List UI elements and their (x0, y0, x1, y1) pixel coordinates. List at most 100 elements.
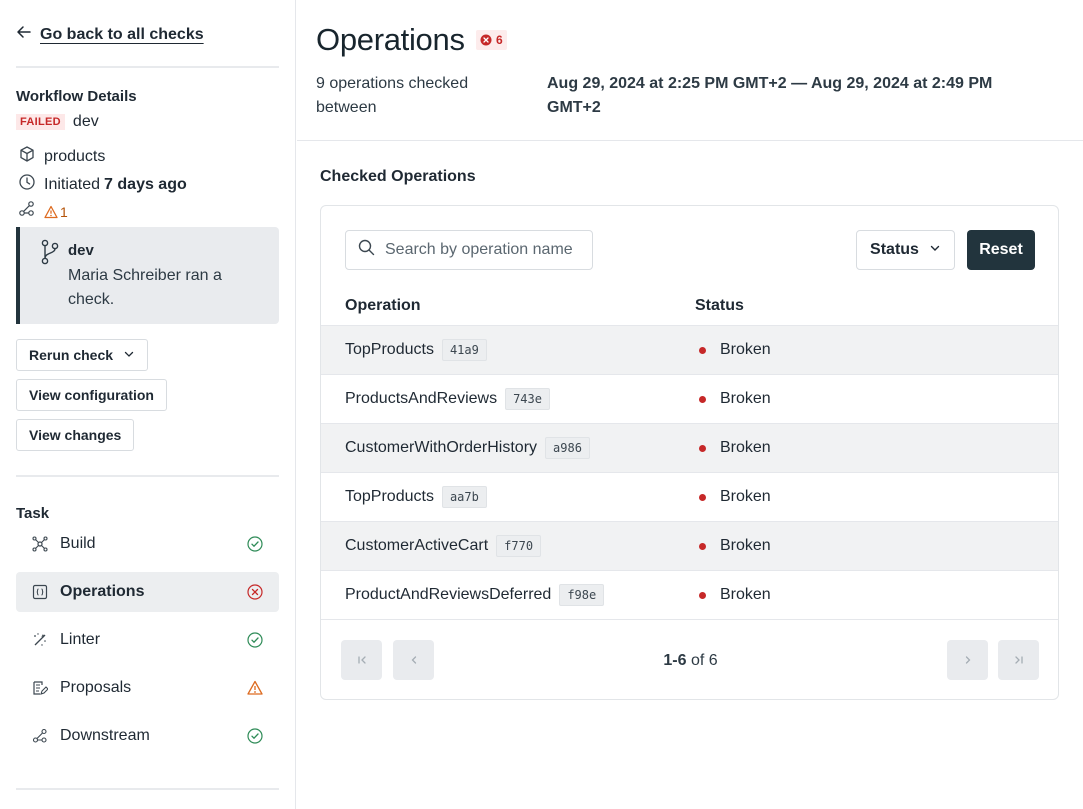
task-proposals[interactable]: Proposals (16, 668, 279, 708)
warning-icon (44, 205, 58, 218)
column-header-status[interactable]: Status (695, 297, 744, 315)
status-text: Broken (720, 586, 771, 603)
pagination-divider (321, 619, 1058, 620)
operation-name: CustomerActiveCart (345, 537, 489, 554)
table-row[interactable]: TopProducts aa7b Broken (321, 472, 1058, 521)
cube-icon (18, 145, 36, 168)
task-heading: Task (16, 505, 50, 522)
warning-icon (247, 680, 263, 696)
proposals-icon (32, 680, 48, 696)
operation-cell: ProductsAndReviews 743e (345, 388, 550, 410)
downstream-icon (32, 728, 48, 744)
operation-cell: CustomerWithOrderHistory a986 (345, 437, 590, 459)
error-count-badge: 6 (476, 30, 507, 50)
last-page-button[interactable] (998, 640, 1039, 680)
view-changes-button[interactable]: View changes (16, 419, 135, 451)
search-icon (358, 239, 375, 261)
operation-cell: ProductAndReviewsDeferred f98e (345, 584, 605, 606)
failed-badge: FAILED (16, 114, 65, 130)
arrow-left-icon (16, 24, 32, 45)
back-link-label[interactable]: Go back to all checks (40, 26, 204, 44)
table-row[interactable]: ProductAndReviewsDeferred f98e Broken (321, 570, 1058, 619)
task-downstream[interactable]: Downstream (16, 716, 279, 756)
table-row[interactable]: ProductsAndReviews 743e Broken (321, 374, 1058, 423)
error-circle-icon (247, 584, 263, 600)
status-filter-label: Status (870, 241, 919, 258)
downstream-warning-row: 1 (18, 200, 68, 223)
linter-icon (32, 632, 48, 648)
warning-count: 1 (44, 204, 68, 220)
commit-info: dev Maria Schreiber ran a check. (16, 227, 279, 324)
operations-icon (32, 584, 48, 600)
search-input[interactable] (385, 241, 585, 259)
task-linter-label: Linter (60, 631, 101, 648)
git-branch-icon (40, 239, 60, 270)
last-page-icon (1014, 656, 1023, 664)
error-count-value: 6 (496, 33, 503, 47)
status-dot-icon (699, 542, 706, 550)
status-text: Broken (720, 537, 771, 554)
table-row[interactable]: TopProducts 41a9 Broken (321, 325, 1058, 374)
operation-name: TopProducts (345, 488, 434, 505)
operation-cell: CustomerActiveCart f770 (345, 535, 542, 557)
operation-cell: TopProducts 41a9 (345, 339, 487, 361)
status-dot-icon (699, 493, 706, 501)
status-filter-dropdown[interactable]: Status (856, 230, 955, 270)
page-title: Operations (316, 22, 465, 57)
operations-checked-summary: 9 operations checked between (316, 75, 469, 116)
table-row[interactable]: CustomerWithOrderHistory a986 Broken (321, 423, 1058, 472)
operation-hash: f770 (496, 535, 542, 557)
status-dot-icon (699, 591, 706, 599)
operation-hash: 41a9 (441, 339, 487, 361)
status-text: Broken (720, 341, 771, 358)
divider (16, 788, 279, 790)
operation-hash: f98e (559, 584, 605, 606)
main-content: Operations 6 9 operations checked betwee… (297, 0, 1083, 809)
chevron-down-icon (929, 241, 941, 259)
operation-cell: TopProducts aa7b (345, 486, 487, 508)
divider (16, 66, 279, 68)
warning-count-value: 1 (60, 203, 68, 220)
pagination-range: 1-6 (663, 652, 687, 669)
status-cell: Broken (699, 341, 771, 359)
view-configuration-button[interactable]: View configuration (16, 379, 167, 411)
operations-table-card: Status Reset Operation Status TopProduct… (320, 205, 1059, 700)
task-build-label: Build (60, 535, 96, 552)
divider (16, 475, 279, 477)
status-text: Broken (720, 488, 771, 505)
check-circle-icon (247, 632, 263, 648)
operation-name: CustomerWithOrderHistory (345, 439, 538, 456)
operation-name: TopProducts (345, 341, 434, 358)
next-page-button[interactable] (947, 640, 988, 680)
rerun-check-button[interactable]: Rerun check (16, 339, 149, 371)
reset-button[interactable]: Reset (967, 230, 1035, 270)
column-header-operation[interactable]: Operation (345, 297, 421, 315)
status-cell: Broken (699, 390, 771, 408)
task-linter[interactable]: Linter (16, 620, 279, 660)
rerun-check-label: Rerun check (29, 347, 114, 363)
check-circle-icon (247, 536, 263, 552)
task-downstream-label: Downstream (60, 727, 150, 744)
sidebar: Go back to all checks Workflow Details F… (0, 0, 296, 809)
status-cell: Broken (699, 586, 771, 604)
initiated-row: Initiated 7 days ago (18, 173, 187, 196)
status-text: Broken (720, 439, 771, 456)
operation-name: ProductAndReviewsDeferred (345, 586, 552, 603)
chevron-right-icon (965, 656, 970, 664)
task-build[interactable]: Build (16, 524, 279, 564)
operation-hash: 743e (505, 388, 550, 410)
status-dot-icon (699, 395, 706, 403)
table-row[interactable]: CustomerActiveCart f770 Broken (321, 521, 1058, 570)
initiated-time: 7 days ago (104, 175, 187, 193)
operation-name: ProductsAndReviews (345, 390, 498, 407)
back-to-checks-link[interactable]: Go back to all checks (16, 24, 204, 45)
task-operations-label: Operations (60, 583, 145, 600)
pagination-of: of (690, 652, 705, 669)
chevron-down-icon (123, 347, 135, 363)
status-dot-icon (699, 444, 706, 452)
downstream-icon (18, 200, 36, 223)
initiated-prefix: Initiated (44, 175, 101, 193)
operation-hash: aa7b (441, 486, 487, 508)
search-box[interactable] (345, 230, 593, 270)
task-operations[interactable]: Operations (16, 572, 279, 612)
